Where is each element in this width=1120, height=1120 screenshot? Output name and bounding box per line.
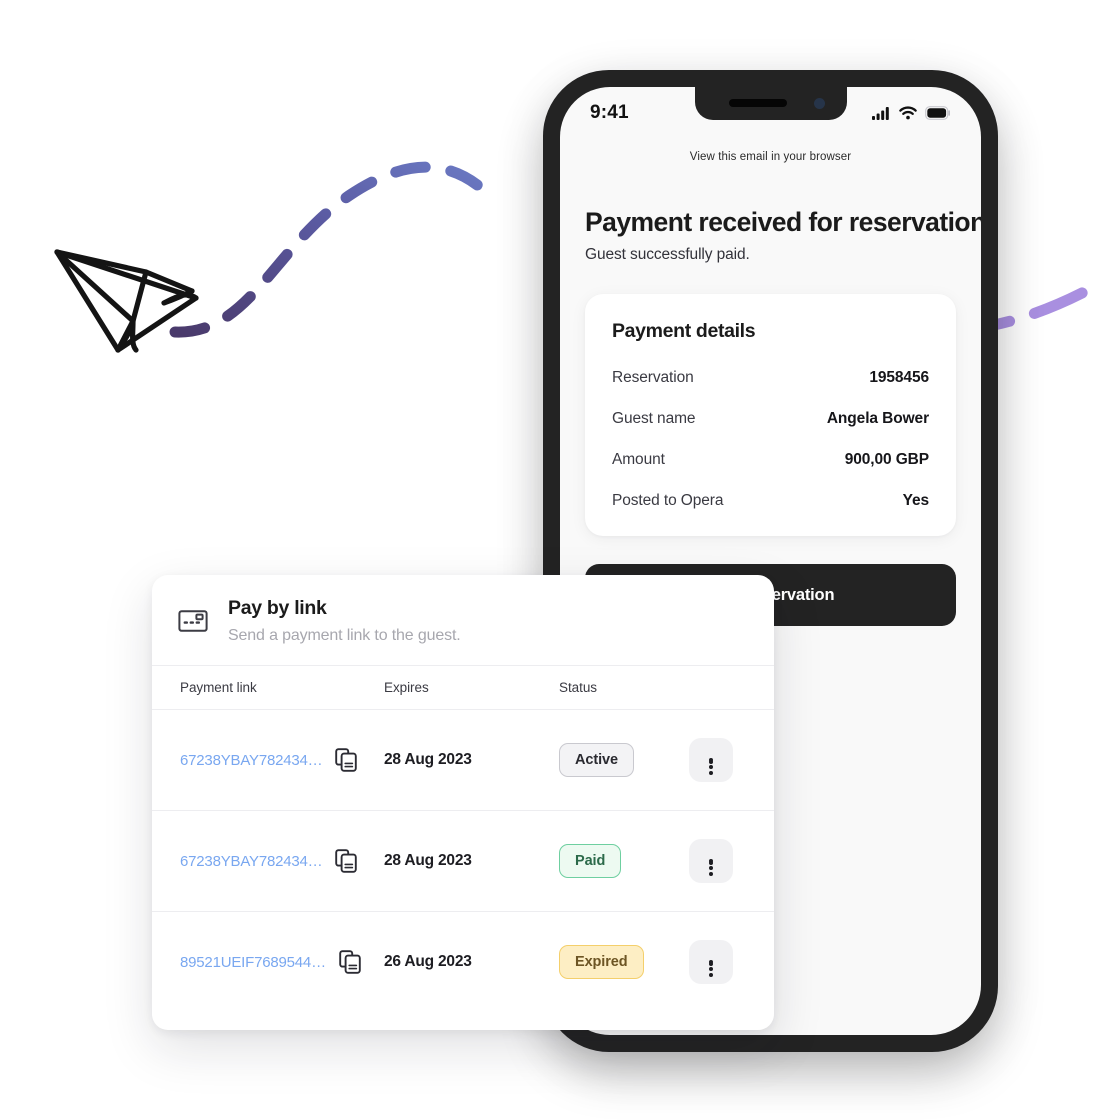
paper-plane-illustration — [54, 249, 199, 353]
column-header-actions — [689, 665, 774, 710]
table-row: 89521UEIF7689544… 26 Aug 2023 Expired — [152, 912, 774, 1013]
page-subtitle: Guest successfully paid. — [585, 246, 750, 264]
cell-status: Paid — [559, 810, 689, 912]
detail-label: Amount — [612, 451, 665, 469]
cell-payment-link: 67238YBAY782434… — [152, 709, 384, 811]
payment-details-card: Payment details Reservation 1958456 Gues… — [585, 294, 956, 537]
copy-icon[interactable] — [339, 950, 361, 975]
cell-actions — [689, 810, 774, 912]
payment-links-table: Payment link Expires Status 67238YBAY782… — [152, 665, 774, 1013]
cell-actions — [689, 709, 774, 811]
cell-payment-link: 89521UEIF7689544… — [152, 912, 384, 1013]
email-header: Payment received for reservation Guest s… — [560, 207, 981, 264]
cell-payment-link: 67238YBAY782434… — [152, 810, 384, 912]
view-in-browser-link[interactable]: View this email in your browser — [560, 151, 981, 163]
cell-expires: 26 Aug 2023 — [384, 912, 559, 1013]
payment-link-code[interactable]: 89521UEIF7689544… — [180, 954, 326, 971]
copy-icon[interactable] — [335, 748, 358, 772]
page-title: Payment received for reservation — [585, 207, 981, 237]
detail-label: Posted to Opera — [612, 492, 724, 510]
pay-by-link-card: Pay by link Send a payment link to the g… — [152, 575, 774, 1030]
payment-link-code[interactable]: 67238YBAY782434… — [180, 853, 323, 870]
table-row: 67238YBAY782434… 28 Aug 2023 Paid — [152, 810, 774, 912]
column-header-payment-link: Payment link — [152, 665, 384, 710]
expiry-date: 28 Aug 2023 — [384, 751, 472, 768]
cell-status: Active — [559, 709, 689, 811]
status-badge: Expired — [559, 945, 644, 980]
phone-notch — [694, 87, 847, 120]
column-header-expires: Expires — [384, 665, 559, 710]
cellular-signal-icon — [872, 107, 889, 120]
detail-row-reservation: Reservation 1958456 — [612, 369, 929, 387]
cell-status: Expired — [559, 912, 689, 1013]
detail-label: Guest name — [612, 410, 696, 428]
kebab-menu-icon[interactable] — [689, 940, 733, 985]
battery-icon — [925, 106, 950, 120]
dashed-flight-path — [169, 161, 498, 338]
expiry-date: 26 Aug 2023 — [384, 953, 472, 971]
table-header-row: Payment link Expires Status — [152, 665, 774, 710]
front-camera-icon — [813, 98, 825, 109]
pay-by-link-text: Pay by link Send a payment link to the g… — [228, 597, 461, 645]
status-badge: Paid — [559, 844, 622, 878]
pay-by-link-title: Pay by link — [228, 597, 327, 619]
illustration-scene: 9:41 View this email in your browser Pay… — [0, 0, 1120, 1120]
wifi-icon — [899, 106, 917, 120]
status-badge: Active — [559, 743, 634, 777]
cell-expires: 28 Aug 2023 — [384, 709, 559, 811]
detail-value: 1958456 — [869, 369, 929, 387]
kebab-menu-icon[interactable] — [689, 839, 733, 883]
detail-value: Yes — [902, 492, 930, 510]
cell-expires: 28 Aug 2023 — [384, 810, 559, 912]
detail-row-posted-to-opera: Posted to Opera Yes — [612, 492, 929, 510]
kebab-menu-icon[interactable] — [689, 738, 733, 782]
copy-icon[interactable] — [335, 849, 358, 873]
payment-details-heading: Payment details — [612, 320, 756, 343]
detail-row-guest-name: Guest name Angela Bower — [612, 410, 929, 428]
detail-label: Reservation — [612, 369, 694, 387]
pay-by-link-header: Pay by link Send a payment link to the g… — [152, 575, 774, 665]
payment-link-code[interactable]: 67238YBAY782434… — [180, 752, 323, 769]
payment-card-icon — [178, 609, 208, 638]
status-icons — [872, 106, 951, 120]
cell-actions — [689, 912, 774, 1013]
earpiece-speaker-icon — [728, 99, 787, 107]
table-row: 67238YBAY782434… 28 Aug 2023 Active — [152, 709, 774, 811]
status-time: 9:41 — [590, 102, 629, 123]
column-header-status: Status — [559, 665, 689, 710]
detail-value: Angela Bower — [826, 410, 929, 428]
detail-value: 900,00 GBP — [844, 451, 929, 469]
pay-by-link-description: Send a payment link to the guest. — [228, 627, 461, 644]
expiry-date: 28 Aug 2023 — [384, 852, 472, 869]
detail-row-amount: Amount 900,00 GBP — [612, 451, 929, 469]
